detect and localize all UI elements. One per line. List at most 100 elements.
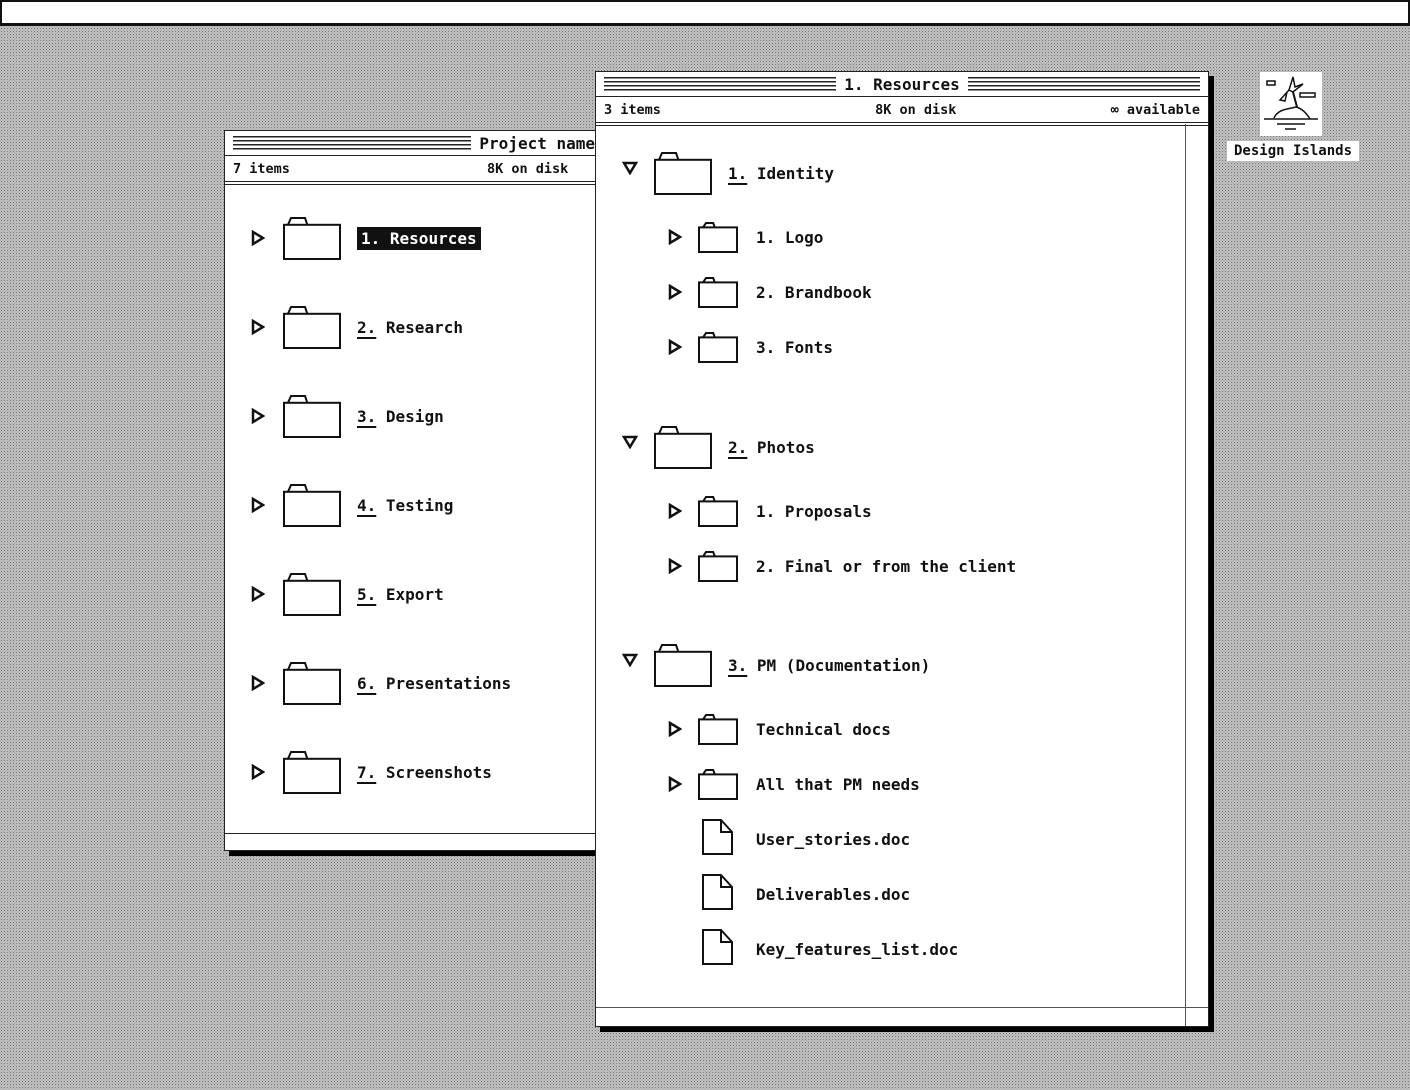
folder-label[interactable]: 1. Logo (756, 228, 823, 247)
folder-name: Research (385, 317, 463, 337)
folder-icon[interactable] (283, 750, 341, 794)
folder-icon[interactable] (698, 331, 738, 363)
folder-label[interactable]: 6. Presentations (357, 674, 511, 693)
folder-icon[interactable] (698, 221, 738, 253)
desktop-icon-label: Design Islands (1227, 141, 1360, 161)
collapse-arrow-icon[interactable] (622, 435, 638, 449)
folder-row[interactable]: 1. Resources (251, 216, 481, 260)
expand-arrow-icon[interactable] (668, 229, 682, 245)
subfolder-row[interactable]: 1. Proposals (668, 495, 872, 527)
folder-row[interactable]: 4. Testing (251, 483, 453, 527)
desktop-icon-design-islands[interactable] (1260, 72, 1322, 136)
folder-name: Resources (389, 228, 477, 248)
folder-label[interactable]: 4. Testing (357, 496, 453, 515)
folder-label[interactable]: All that PM needs (756, 775, 920, 794)
vertical-scrollbar[interactable] (1185, 124, 1208, 1026)
collapse-arrow-icon[interactable] (622, 653, 638, 667)
folder-icon[interactable] (283, 661, 341, 705)
info-bar: 3 items 8K on disk ∞ available (596, 97, 1208, 126)
folder-number: 2. (728, 437, 748, 457)
folder-name: Photos (756, 437, 815, 457)
folder-icon[interactable] (283, 305, 341, 349)
folder-label[interactable]: 7. Screenshots (357, 763, 492, 782)
folder-icon[interactable] (654, 425, 712, 469)
folder-icon[interactable] (698, 495, 738, 527)
folder-label[interactable]: 2. Research (357, 318, 463, 337)
group-folder-row[interactable]: 3. PM (Documentation) (622, 643, 930, 687)
disk-usage: 8K on disk (875, 101, 957, 118)
expand-arrow-icon[interactable] (668, 339, 682, 355)
title-bar[interactable]: 1. Resources (596, 72, 1208, 97)
file-name[interactable]: User_stories.doc (756, 830, 910, 849)
folder-label[interactable]: 2. Photos (728, 438, 815, 457)
document-icon[interactable] (702, 874, 734, 910)
expand-arrow-icon[interactable] (251, 675, 265, 691)
expand-arrow-icon[interactable] (668, 284, 682, 300)
folder-icon[interactable] (283, 483, 341, 527)
subfolder-row[interactable]: 2. Brandbook (668, 276, 872, 308)
folder-label[interactable]: 1. Identity (728, 164, 834, 183)
expand-arrow-icon[interactable] (668, 503, 682, 519)
folder-row[interactable]: 6. Presentations (251, 661, 511, 705)
item-count: 3 items (604, 101, 661, 118)
folder-name: Design (385, 406, 444, 426)
folder-icon[interactable] (654, 643, 712, 687)
file-name[interactable]: Deliverables.doc (756, 885, 910, 904)
folder-row[interactable]: 5. Export (251, 572, 444, 616)
folder-icon[interactable] (283, 572, 341, 616)
folder-icon[interactable] (654, 151, 712, 195)
menu-bar (0, 0, 1410, 26)
subfolder-row[interactable]: Technical docs (668, 713, 891, 745)
expand-arrow-icon[interactable] (251, 408, 265, 424)
folder-number: 5. (357, 584, 377, 604)
folder-icon[interactable] (698, 550, 738, 582)
project-window: Project name 7 items 8K on disk 1. Resou… (224, 130, 606, 851)
document-icon[interactable] (702, 929, 734, 965)
file-row[interactable]: User_stories.doc (668, 819, 910, 855)
expand-arrow-icon[interactable] (668, 776, 682, 792)
group-folder-row[interactable]: 2. Photos (622, 425, 815, 469)
folder-label[interactable]: 3. Design (357, 407, 444, 426)
folder-label[interactable]: 2. Brandbook (756, 283, 872, 302)
folder-row[interactable]: 2. Research (251, 305, 463, 349)
title-stripes (233, 135, 472, 151)
folder-icon[interactable] (698, 276, 738, 308)
folder-icon[interactable] (698, 768, 738, 800)
document-icon[interactable] (702, 819, 734, 855)
expand-arrow-icon[interactable] (668, 558, 682, 574)
subfolder-row[interactable]: 2. Final or from the client (668, 550, 1016, 582)
expand-arrow-icon[interactable] (251, 230, 265, 246)
expand-arrow-icon[interactable] (251, 319, 265, 335)
folder-row[interactable]: 7. Screenshots (251, 750, 492, 794)
folder-number: 7. (357, 762, 377, 782)
folder-icon[interactable] (698, 713, 738, 745)
title-stripes-right (967, 76, 1200, 92)
expand-arrow-icon[interactable] (251, 497, 265, 513)
folder-name: Identity (756, 163, 834, 183)
subfolder-row[interactable]: 1. Logo (668, 221, 823, 253)
status-bar (596, 1007, 1208, 1026)
folder-number: 1. (361, 228, 381, 248)
island-icon (1264, 76, 1318, 130)
folder-label[interactable]: Technical docs (756, 720, 891, 739)
folder-label[interactable]: 1. Proposals (756, 502, 872, 521)
folder-label[interactable]: 1. Resources (357, 226, 481, 250)
subfolder-row[interactable]: All that PM needs (668, 768, 920, 800)
subfolder-row[interactable]: 3. Fonts (668, 331, 833, 363)
file-name[interactable]: Key_features_list.doc (756, 940, 958, 959)
folder-label[interactable]: 3. Fonts (756, 338, 833, 357)
folder-icon[interactable] (283, 394, 341, 438)
folder-label[interactable]: 3. PM (Documentation) (728, 656, 930, 675)
folder-icon[interactable] (283, 216, 341, 260)
title-bar[interactable]: Project name (225, 131, 605, 156)
expand-arrow-icon[interactable] (251, 586, 265, 602)
folder-label[interactable]: 5. Export (357, 585, 444, 604)
collapse-arrow-icon[interactable] (622, 161, 638, 175)
group-folder-row[interactable]: 1. Identity (622, 151, 834, 195)
file-row[interactable]: Key_features_list.doc (668, 929, 958, 965)
expand-arrow-icon[interactable] (251, 764, 265, 780)
folder-row[interactable]: 3. Design (251, 394, 444, 438)
expand-arrow-icon[interactable] (668, 721, 682, 737)
folder-label[interactable]: 2. Final or from the client (756, 557, 1016, 576)
file-row[interactable]: Deliverables.doc (668, 874, 910, 910)
